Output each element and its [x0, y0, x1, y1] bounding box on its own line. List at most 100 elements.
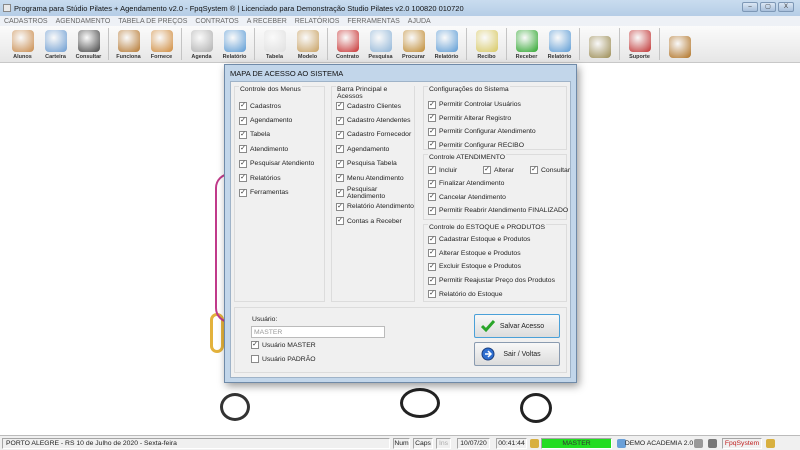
checkbox[interactable]: ✓	[428, 100, 436, 109]
permission-checkbox[interactable]: ✓ Atendimento	[239, 142, 314, 156]
permission-checkbox[interactable]: ✓ Permitir Configurar RECIBO	[428, 139, 536, 153]
permission-checkbox[interactable]: ✓ Permitir Controlar Usuários	[428, 98, 536, 112]
toolbar-button[interactable]: Alunos	[6, 26, 39, 62]
checkbox[interactable]: ✓	[336, 159, 344, 168]
permission-checkbox[interactable]: ✓ Permitir Configurar Atendimento	[428, 125, 536, 139]
monitor-icon[interactable]	[708, 439, 717, 448]
toolbar-button[interactable]: Agenda	[185, 26, 218, 62]
permission-checkbox[interactable]: ✓ Pesquisar Atendiento	[239, 157, 314, 171]
menu-item[interactable]: A RECEBER	[247, 18, 287, 25]
checkbox[interactable]: ✓	[239, 116, 247, 125]
toolbar-button[interactable]: Relatório	[430, 26, 463, 62]
checkbox[interactable]: ✓	[428, 235, 436, 244]
user-padrao-checkbox[interactable]: Usuário PADRÃO	[251, 352, 316, 366]
toolbar-button[interactable]: Contrato	[331, 26, 364, 62]
checkbox[interactable]: ✓	[428, 179, 436, 188]
toolbar-button[interactable]: Relatório	[543, 26, 576, 62]
checkbox[interactable]: ✓	[239, 174, 247, 183]
permission-checkbox[interactable]: ✓ Excluir Estoque e Produtos	[428, 260, 555, 274]
checkbox[interactable]: ✓	[428, 206, 436, 215]
menu-item[interactable]: AGENDAMENTO	[56, 18, 111, 25]
permission-checkbox[interactable]: ✓ Agendamento	[239, 113, 314, 127]
toolbar-button[interactable]: Carteira	[39, 26, 72, 62]
toolbar-button[interactable]: Funciona	[112, 26, 145, 62]
checkbox[interactable]: ✓	[428, 262, 436, 271]
permission-checkbox[interactable]: ✓ Agendamento	[336, 142, 414, 156]
toolbar-button[interactable]: Recibo	[470, 26, 503, 62]
menu-item[interactable]: FERRAMENTAS	[347, 18, 399, 25]
toolbar-button[interactable]	[583, 26, 616, 62]
printer-icon[interactable]	[694, 439, 703, 448]
checkbox[interactable]	[251, 355, 259, 364]
checkbox[interactable]: ✓	[336, 202, 344, 211]
toolbar-button[interactable]: Procurar	[397, 26, 430, 62]
permission-checkbox[interactable]: ✓ Menu Atendimento	[336, 171, 414, 185]
permission-checkbox[interactable]: ✓ Alterar	[483, 166, 527, 174]
permission-checkbox[interactable]: ✓ Tabela	[239, 128, 314, 142]
menu-item[interactable]: RELATÓRIOS	[295, 18, 340, 25]
checkbox[interactable]: ✓	[428, 114, 436, 123]
checkbox[interactable]: ✓	[428, 249, 436, 258]
checkbox[interactable]: ✓	[428, 127, 436, 136]
checkbox[interactable]: ✓	[336, 130, 344, 139]
permission-checkbox[interactable]: ✓ Cadastro Fornecedor	[336, 128, 414, 142]
checkbox[interactable]: ✓	[530, 166, 538, 174]
permission-checkbox[interactable]: ✓ Cadastrar Estoque e Produtos	[428, 233, 555, 247]
checkbox[interactable]: ✓	[428, 276, 436, 285]
permission-checkbox[interactable]: ✓ Ferramentas	[239, 185, 314, 199]
checkbox[interactable]: ✓	[428, 290, 436, 299]
permission-checkbox[interactable]: ✓ Relatório do Estoque	[428, 287, 555, 301]
permission-checkbox[interactable]: ✓ Permitir Reabrir Atendimento FINALIZADO	[428, 204, 570, 218]
checkbox[interactable]: ✓	[239, 102, 247, 111]
permission-checkbox[interactable]: ✓ Incluir	[428, 166, 480, 174]
checkbox[interactable]: ✓	[483, 166, 491, 174]
checkbox[interactable]: ✓	[239, 188, 247, 197]
menu-item[interactable]: AJUDA	[408, 18, 431, 25]
permission-checkbox[interactable]: ✓ Contas a Receber	[336, 214, 414, 228]
checkbox[interactable]: ✓	[336, 174, 344, 183]
toolbar-button[interactable]	[663, 26, 696, 62]
checkbox[interactable]: ✓	[251, 341, 259, 350]
user-master-checkbox[interactable]: ✓ Usuário MASTER	[251, 338, 316, 352]
maximize-button[interactable]: ▢	[760, 2, 776, 12]
permission-checkbox[interactable]: ✓ Cancelar Atendimento	[428, 191, 570, 205]
toolbar-button[interactable]: Consultar	[72, 26, 105, 62]
checkbox[interactable]: ✓	[239, 145, 247, 154]
permission-checkbox[interactable]: ✓ Cadastros	[239, 99, 314, 113]
toolbar-button[interactable]: Relatório	[218, 26, 251, 62]
checkbox[interactable]: ✓	[336, 116, 344, 125]
user-input[interactable]	[251, 326, 385, 338]
exit-button[interactable]: Sair / Voltas	[474, 342, 560, 366]
toolbar-button[interactable]: Receber	[510, 26, 543, 62]
permission-checkbox[interactable]: ✓ Permitir Reajustar Preço dos Produtos	[428, 274, 555, 288]
permission-checkbox[interactable]: ✓ Cadastro Clientes	[336, 99, 414, 113]
toolbar-button[interactable]: Fornece	[145, 26, 178, 62]
permission-checkbox[interactable]: ✓ Pesquisar Atendimento	[336, 185, 414, 200]
checkbox[interactable]: ✓	[336, 102, 344, 111]
toolbar-button[interactable]: Modelo	[291, 26, 324, 62]
menu-item[interactable]: CADASTROS	[4, 18, 48, 25]
checkbox[interactable]: ✓	[428, 166, 436, 174]
menu-item[interactable]: CONTRATOS	[195, 18, 238, 25]
permission-checkbox[interactable]: ✓ Pesquisa Tabela	[336, 157, 414, 171]
close-button[interactable]: X	[778, 2, 794, 12]
checkbox[interactable]: ✓	[239, 159, 247, 168]
permission-checkbox[interactable]: ✓ Permitir Alterar Registro	[428, 112, 536, 126]
toolbar-button[interactable]: Suporte	[623, 26, 656, 62]
toolbar-button[interactable]: Tabela	[258, 26, 291, 62]
checkbox[interactable]: ✓	[239, 130, 247, 139]
permission-checkbox[interactable]: ✓ Alterar Estoque e Produtos	[428, 247, 555, 261]
permission-checkbox[interactable]: ✓ Finalizar Atendimento	[428, 177, 570, 191]
permission-checkbox[interactable]: ✓ Consultar	[530, 166, 570, 174]
checkbox[interactable]: ✓	[336, 188, 344, 197]
checkbox[interactable]: ✓	[428, 193, 436, 202]
save-access-button[interactable]: Salvar Acesso	[474, 314, 560, 338]
menu-item[interactable]: TABELA DE PREÇOS	[118, 18, 187, 25]
permission-checkbox[interactable]: ✓ Relatórios	[239, 171, 314, 185]
toolbar-button[interactable]: Pesquisa	[364, 26, 397, 62]
checkbox[interactable]: ✓	[428, 141, 436, 150]
checkbox[interactable]: ✓	[336, 145, 344, 154]
checkbox[interactable]: ✓	[336, 217, 344, 226]
permission-checkbox[interactable]: ✓ Cadastro Atendentes	[336, 113, 414, 127]
minimize-button[interactable]: –	[742, 2, 758, 12]
